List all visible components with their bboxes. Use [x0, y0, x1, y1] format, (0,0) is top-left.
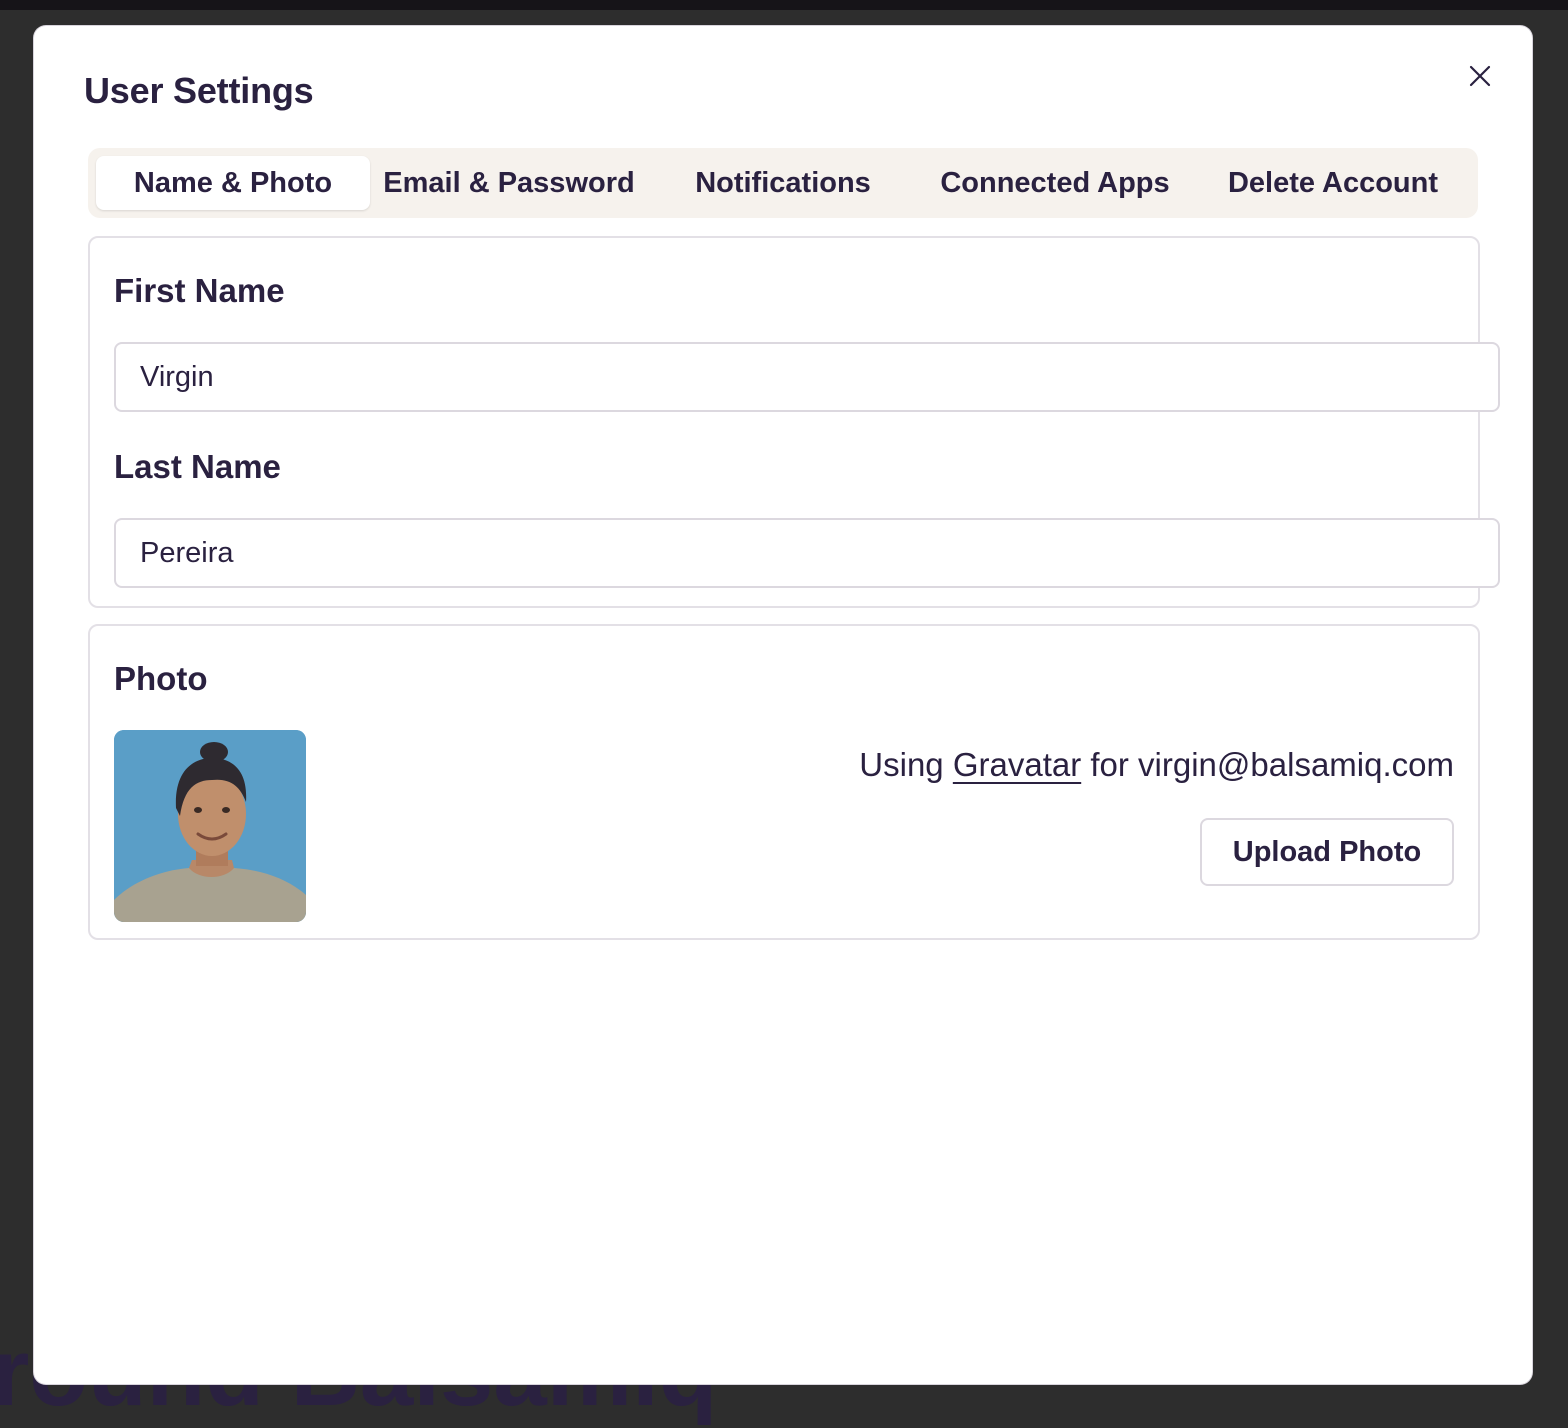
close-icon: [1469, 65, 1491, 87]
app-top-bar: [0, 0, 1568, 10]
dialog-title: User Settings: [84, 70, 314, 111]
last-name-label: Last Name: [114, 448, 281, 485]
avatar: [114, 730, 306, 922]
upload-photo-button[interactable]: Upload Photo: [1200, 818, 1454, 886]
tab-name-photo[interactable]: Name & Photo: [96, 156, 370, 210]
tab-connected-apps[interactable]: Connected Apps: [934, 156, 1176, 210]
first-name-label: First Name: [114, 272, 285, 309]
using-text: Using: [859, 746, 944, 783]
gravatar-info: Using Gravatar for virgin@balsamiq.com: [859, 746, 1454, 784]
gravatar-link[interactable]: Gravatar: [953, 746, 1081, 783]
first-name-input[interactable]: [114, 342, 1500, 412]
user-settings-dialog: User Settings Name & Photo Email & Passw…: [34, 26, 1532, 1384]
gravatar-email-text: for virgin@balsamiq.com: [1090, 746, 1454, 783]
tab-notifications[interactable]: Notifications: [682, 156, 884, 210]
photo-label: Photo: [114, 660, 208, 697]
photo-card: Photo Using Gravatar for virgin@balsamiq…: [88, 624, 1480, 940]
settings-tab-bar: Name & Photo Email & Password Notificati…: [88, 148, 1478, 218]
tab-email-password[interactable]: Email & Password: [378, 156, 640, 210]
tab-delete-account[interactable]: Delete Account: [1218, 156, 1448, 210]
name-card: First Name Last Name: [88, 236, 1500, 608]
user-photo-icon: [114, 730, 306, 922]
last-name-input[interactable]: [114, 518, 1500, 588]
close-button[interactable]: [1464, 60, 1496, 92]
